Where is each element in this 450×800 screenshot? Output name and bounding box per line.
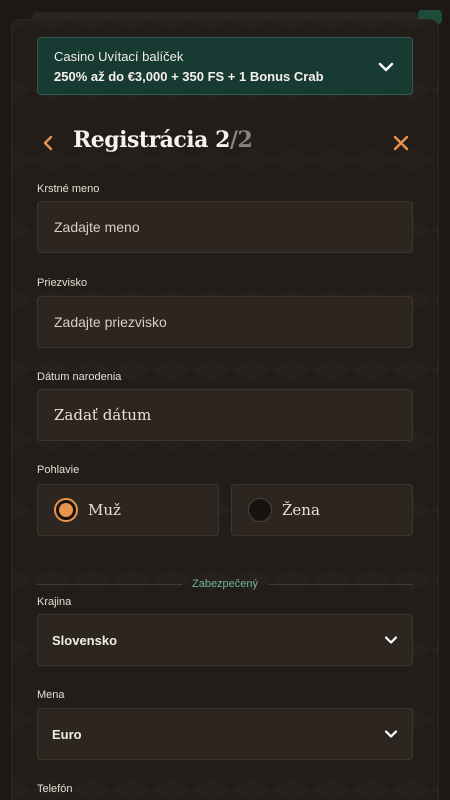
gender-option-male[interactable]: Muž <box>37 484 219 536</box>
step-total: 2 <box>237 127 253 153</box>
currency-label: Mena <box>37 689 65 701</box>
currency-select[interactable]: Euro <box>37 708 413 760</box>
promo-offer: 250% až do €3,000 + 350 FS + 1 Bonus Cra… <box>54 69 324 84</box>
first-name-input[interactable]: Zadajte meno <box>37 201 413 253</box>
gender-label: Pohlavie <box>37 464 80 476</box>
modal-header: Registrácia 2/2 <box>37 123 413 163</box>
divider-line <box>268 583 414 585</box>
welcome-package-banner[interactable]: Casino Uvítací balíček 250% až do €3,000… <box>37 37 413 95</box>
country-value: Slovensko <box>52 632 118 648</box>
phone-label: Telefón <box>37 783 73 795</box>
gender-option-female[interactable]: Žena <box>231 484 413 536</box>
gender-option-label: Žena <box>282 501 320 519</box>
birth-date-placeholder: Zadať dátum <box>54 406 152 424</box>
radio-checked-icon <box>54 498 78 522</box>
birth-date-label: Dátum narodenia <box>37 371 122 383</box>
birth-date-input[interactable]: Zadať dátum <box>37 389 413 441</box>
secure-label: Zabezpečený <box>191 578 259 590</box>
promo-title: Casino Uvítací balíček <box>54 49 184 64</box>
last-name-label: Priezvisko <box>37 277 88 289</box>
chevron-down-icon <box>384 730 398 738</box>
radio-unchecked-icon <box>248 498 272 522</box>
secure-divider: Zabezpečený <box>37 577 414 591</box>
country-label: Krajina <box>37 596 72 608</box>
chevron-down-icon <box>384 636 398 644</box>
chevron-down-icon[interactable] <box>378 59 394 75</box>
first-name-label: Krstné meno <box>37 183 100 195</box>
currency-value: Euro <box>52 726 82 742</box>
first-name-placeholder: Zadajte meno <box>54 219 140 235</box>
close-icon[interactable] <box>393 135 409 151</box>
gender-option-label: Muž <box>88 501 121 519</box>
title-text: Registrácia 2 <box>73 127 230 153</box>
registration-modal: Casino Uvítací balíček 250% až do €3,000… <box>12 20 438 800</box>
chevron-left-icon[interactable] <box>41 135 55 151</box>
divider-line <box>37 583 182 585</box>
last-name-input[interactable]: Zadajte priezvisko <box>37 296 413 348</box>
last-name-placeholder: Zadajte priezvisko <box>54 314 167 330</box>
country-select[interactable]: Slovensko <box>37 614 413 666</box>
page-title: Registrácia 2/2 <box>73 127 253 153</box>
